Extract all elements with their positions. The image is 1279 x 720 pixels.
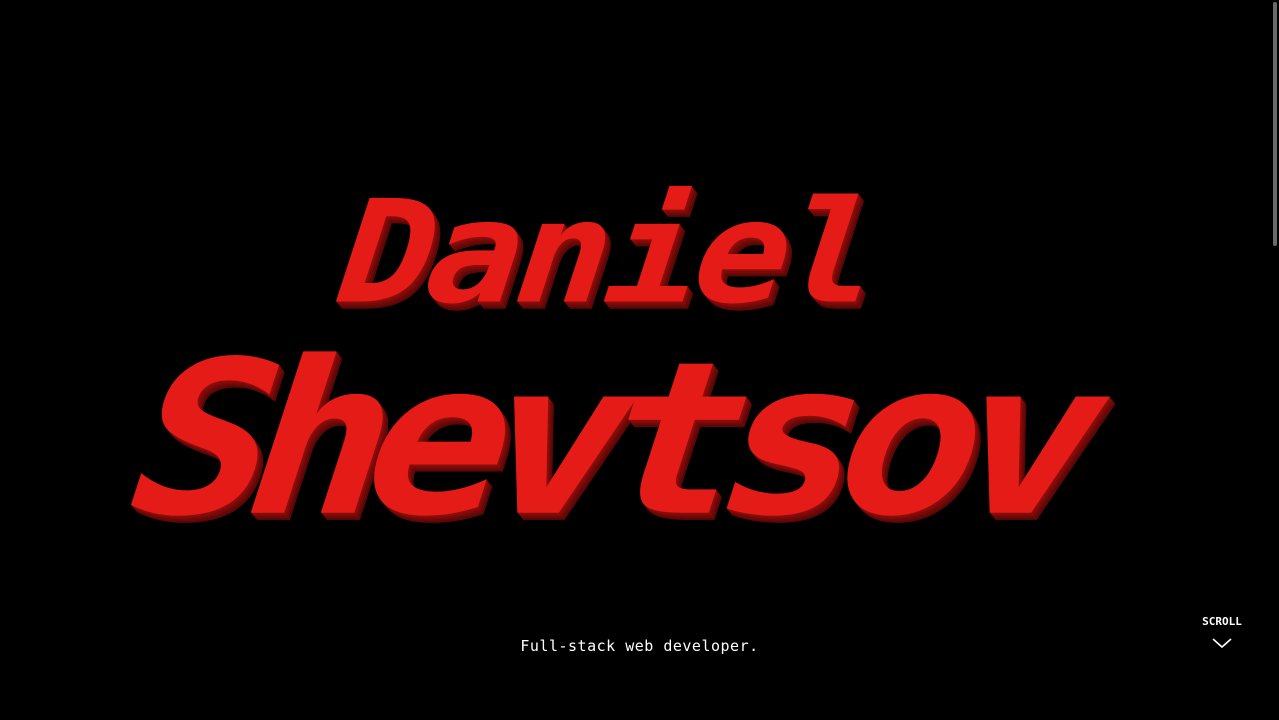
scroll-label: SCROLL xyxy=(1202,615,1242,628)
scrollbar-thumb[interactable] xyxy=(1273,2,1277,246)
chevron-down-icon xyxy=(1212,638,1232,649)
hero-tagline: Full-stack web developer. xyxy=(520,637,759,655)
scroll-down-button[interactable]: SCROLL xyxy=(1196,612,1248,662)
hero-section: Daniel Shevtsov Full-stack web developer… xyxy=(0,0,1279,720)
page: Daniel Shevtsov Full-stack web developer… xyxy=(0,0,1279,720)
hero-name-first: Daniel xyxy=(314,170,903,336)
hero-name-last: Shevtsov xyxy=(96,315,1122,564)
page-scrollbar[interactable] xyxy=(1271,0,1279,720)
